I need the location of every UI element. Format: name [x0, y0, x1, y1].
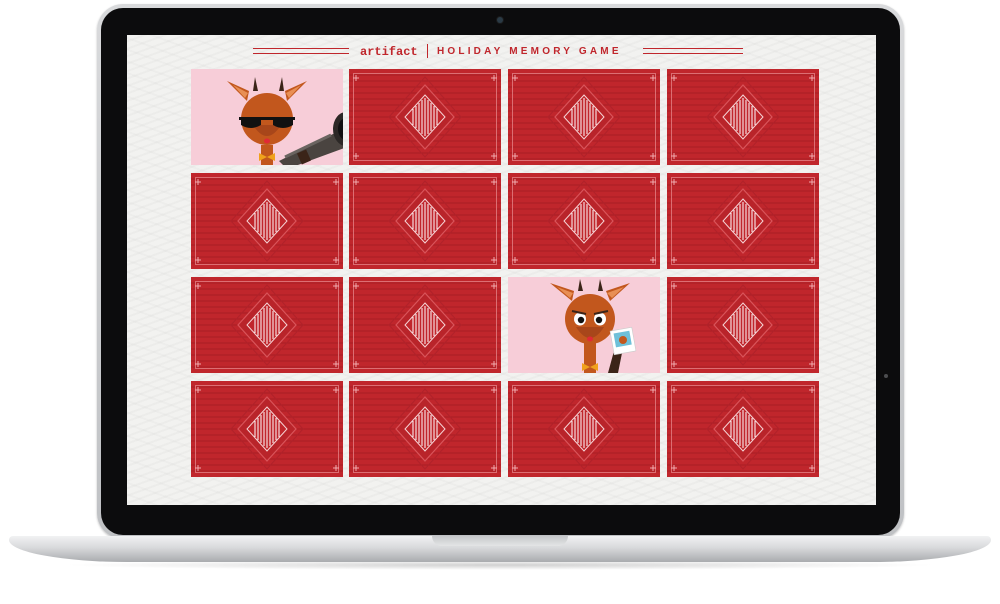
memory-card-face-down[interactable]: [191, 277, 343, 373]
card-back-diamond-icon: [349, 69, 501, 165]
memory-card-face-up[interactable]: [508, 277, 660, 373]
memory-card-face-down[interactable]: [349, 173, 501, 269]
card-back-diamond-icon: [508, 173, 660, 269]
memory-card-face-down[interactable]: [191, 173, 343, 269]
header-rule: [643, 53, 743, 54]
memory-card-face-down[interactable]: [508, 381, 660, 477]
page-title: HOLIDAY MEMORY GAME: [437, 46, 622, 57]
card-grid: [191, 69, 819, 477]
memory-card-face-down[interactable]: [667, 173, 819, 269]
card-back-diamond-icon: [349, 173, 501, 269]
header-separator: [427, 44, 428, 58]
artifact-logo: artifact: [360, 45, 418, 59]
reindeer-with-sunglasses-and-bazooka-icon: [191, 69, 343, 165]
memory-card-face-up[interactable]: [191, 69, 343, 165]
memory-card-face-down[interactable]: [349, 277, 501, 373]
card-back-diamond-icon: [349, 277, 501, 373]
camera-icon: [497, 17, 503, 23]
card-back-diamond-icon: [191, 381, 343, 477]
reindeer-with-photo-icon: [508, 277, 660, 373]
header-rule: [643, 48, 743, 49]
header-rule: [253, 53, 349, 54]
card-back-diamond-icon: [667, 277, 819, 373]
game-screen: artifact HOLIDAY MEMORY GAME: [127, 35, 876, 505]
memory-card-face-down[interactable]: [508, 69, 660, 165]
card-back-diamond-icon: [508, 69, 660, 165]
card-back-diamond-icon: [667, 173, 819, 269]
indicator-dot: [884, 374, 888, 378]
card-back-diamond-icon: [667, 69, 819, 165]
card-back-diamond-icon: [191, 277, 343, 373]
page-header: artifact HOLIDAY MEMORY GAME: [127, 44, 876, 60]
header-rule: [253, 48, 349, 49]
memory-card-face-down[interactable]: [667, 381, 819, 477]
memory-card-face-down[interactable]: [349, 69, 501, 165]
laptop-notch: [432, 536, 568, 546]
memory-card-face-down[interactable]: [667, 69, 819, 165]
memory-card-face-down[interactable]: [508, 173, 660, 269]
card-back-diamond-icon: [667, 381, 819, 477]
memory-card-face-down[interactable]: [191, 381, 343, 477]
memory-card-face-down[interactable]: [667, 277, 819, 373]
card-back-diamond-icon: [191, 173, 343, 269]
memory-card-face-down[interactable]: [349, 381, 501, 477]
card-back-diamond-icon: [508, 381, 660, 477]
card-back-diamond-icon: [349, 381, 501, 477]
